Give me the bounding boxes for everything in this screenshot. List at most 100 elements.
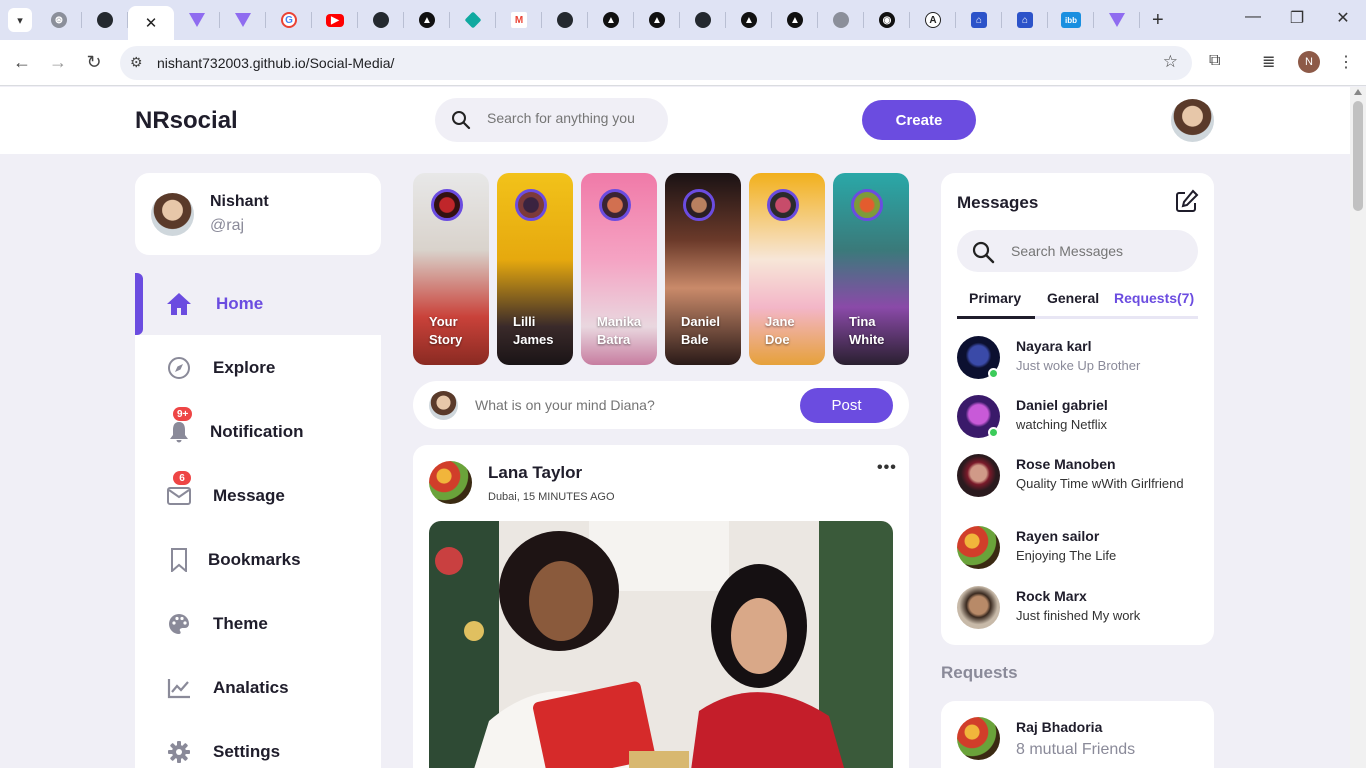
avatar[interactable]: [1171, 99, 1214, 142]
post-input[interactable]: [475, 397, 795, 413]
friend-request-card[interactable]: Raj Bhadoria 8 mutual Friends: [941, 701, 1214, 768]
post-author[interactable]: Lana Taylor: [488, 463, 582, 483]
extensions-icon[interactable]: ⧉: [1209, 52, 1220, 70]
message-sender: Nayara karl: [1016, 338, 1092, 354]
sidebar-item-label: Analatics: [213, 678, 289, 697]
sidebar-item-analatics[interactable]: Analatics: [135, 657, 381, 719]
story-card[interactable]: Jane Doe: [749, 173, 825, 365]
profile-avatar[interactable]: N: [1298, 51, 1320, 73]
site-info-icon[interactable]: ⚙: [130, 54, 143, 71]
post-button[interactable]: Post: [800, 388, 893, 423]
restore-icon[interactable]: ❐: [1282, 8, 1312, 28]
story-card[interactable]: Lilli James: [497, 173, 573, 365]
vercel-v-icon: [235, 13, 251, 27]
media-control-icon[interactable]: ≣: [1262, 52, 1275, 72]
sidebar: Home Explore 9+ Notification 6 Message B…: [135, 273, 381, 768]
story-card[interactable]: Manika Batra: [581, 173, 657, 365]
sidebar-item-label: Notification: [210, 422, 304, 441]
compass-icon: [165, 354, 193, 382]
browser-toolbar: ← → ↻ ⚙ nishant732003.github.io/Social-M…: [0, 40, 1366, 86]
edit-icon[interactable]: [1175, 189, 1199, 218]
minimize-icon[interactable]: —: [1238, 8, 1268, 26]
messages-panel: Messages Primary General Requests(7) Nay…: [941, 173, 1214, 645]
bookmark-icon: [165, 546, 193, 574]
scrollbar-thumb[interactable]: [1353, 101, 1363, 211]
tab[interactable]: ▲: [634, 0, 680, 40]
tab[interactable]: M: [496, 0, 542, 40]
sidebar-item-notification[interactable]: 9+ Notification: [135, 401, 381, 463]
tab[interactable]: [542, 0, 588, 40]
profile-card[interactable]: Nishant @raj: [135, 173, 381, 255]
sidebar-item-theme[interactable]: Theme: [135, 593, 381, 655]
profile-name: Nishant: [210, 193, 269, 210]
tab-active[interactable]: ✕: [128, 6, 174, 40]
tab[interactable]: ▲: [404, 0, 450, 40]
github-icon: [695, 12, 711, 28]
avatar: [957, 717, 1000, 760]
tab[interactable]: ▲: [726, 0, 772, 40]
sidebar-item-home[interactable]: Home: [135, 273, 381, 335]
triangle-icon: ▲: [419, 12, 435, 28]
tab-general[interactable]: General: [1047, 290, 1099, 306]
story-avatar: [515, 189, 547, 221]
message-preview: Enjoying The Life: [1016, 548, 1117, 563]
new-tab-button[interactable]: +: [1152, 9, 1164, 32]
menu-icon[interactable]: ⋮: [1338, 52, 1354, 72]
story-card[interactable]: Tina White: [833, 173, 909, 365]
sidebar-item-message[interactable]: 6 Message: [135, 465, 381, 527]
tab-requests[interactable]: Requests(7): [1114, 290, 1194, 306]
create-button[interactable]: Create: [862, 100, 976, 140]
reload-icon[interactable]: ↻: [82, 52, 106, 73]
message-search[interactable]: [957, 230, 1198, 272]
tab[interactable]: ▲: [588, 0, 634, 40]
tab-search-button[interactable]: ▾: [8, 8, 32, 32]
story-avatar: [767, 189, 799, 221]
story-card[interactable]: Daniel Bale: [665, 173, 741, 365]
openai-icon: ⊛: [51, 12, 67, 28]
tab[interactable]: ⌂: [1002, 0, 1048, 40]
close-tab-icon[interactable]: ✕: [145, 14, 158, 32]
story-card[interactable]: Your Story: [413, 173, 489, 365]
tab[interactable]: ▲: [772, 0, 818, 40]
tab[interactable]: [818, 0, 864, 40]
sidebar-item-label: Theme: [213, 614, 268, 633]
more-options-icon[interactable]: •••: [877, 459, 897, 477]
tab[interactable]: ⊛: [36, 0, 82, 40]
tab[interactable]: [680, 0, 726, 40]
page-scrollbar[interactable]: [1350, 87, 1366, 768]
requests-heading: Requests: [941, 663, 1018, 682]
logo[interactable]: NRsocial: [135, 107, 238, 135]
tab-primary[interactable]: Primary: [969, 290, 1021, 306]
story-avatar: [431, 189, 463, 221]
tab[interactable]: ▶: [312, 0, 358, 40]
tab[interactable]: [174, 0, 220, 40]
message-badge: 6: [173, 471, 191, 485]
tab[interactable]: A: [910, 0, 956, 40]
tab[interactable]: [450, 0, 496, 40]
tab[interactable]: [1094, 0, 1140, 40]
tab[interactable]: [82, 0, 128, 40]
bookmark-star-icon[interactable]: ☆: [1163, 52, 1178, 72]
message-preview: Quality Time wWith Girlfriend: [1016, 476, 1184, 491]
address-bar[interactable]: ⚙ nishant732003.github.io/Social-Media/ …: [120, 46, 1192, 80]
sidebar-item-explore[interactable]: Explore: [135, 337, 381, 399]
tab[interactable]: ◉: [864, 0, 910, 40]
forward-icon[interactable]: →: [46, 52, 70, 73]
sidebar-item-settings[interactable]: Settings: [135, 721, 381, 768]
scroll-up-arrow-icon[interactable]: [1354, 89, 1362, 95]
url-text[interactable]: nishant732003.github.io/Social-Media/: [157, 55, 394, 71]
post-image[interactable]: [429, 521, 893, 768]
tab[interactable]: G: [266, 0, 312, 40]
search-input[interactable]: [487, 110, 657, 126]
global-search[interactable]: [435, 98, 668, 142]
sidebar-item-bookmarks[interactable]: Bookmarks: [135, 529, 381, 591]
github-icon: [557, 12, 573, 28]
tab[interactable]: [358, 0, 404, 40]
tab[interactable]: [220, 0, 266, 40]
close-window-icon[interactable]: ✕: [1328, 8, 1358, 28]
back-icon[interactable]: ←: [10, 52, 34, 73]
message-search-input[interactable]: [1011, 243, 1181, 259]
tab[interactable]: ⌂: [956, 0, 1002, 40]
tab[interactable]: ibb: [1048, 0, 1094, 40]
avatar[interactable]: [429, 461, 472, 504]
